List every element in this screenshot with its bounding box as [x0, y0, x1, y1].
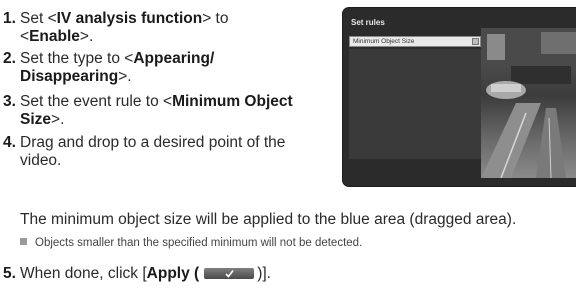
step-number: 3. [3, 93, 16, 110]
step-text-line2: Size>. [20, 111, 65, 128]
step-text: Set the type to <Appearing/ [20, 50, 215, 67]
bullet-note: Objects smaller than the specified minim… [20, 237, 362, 249]
apply-button-icon [204, 268, 255, 279]
step-4-note: The minimum object size will be applied … [20, 211, 517, 228]
step-text: Set the event rule to <Minimum Object [20, 93, 293, 110]
step-number: 5. [3, 265, 16, 282]
step-number: 1. [3, 10, 16, 27]
square-bullet-icon [20, 238, 27, 245]
event-rule-select[interactable]: Minimum Object Size [349, 36, 481, 47]
event-rule-value: Minimum Object Size [353, 38, 415, 45]
step-text: When done, click [Apply ()]. [20, 265, 271, 282]
step-text-line2: <Enable>. [20, 28, 94, 45]
parking-garage-image [481, 28, 576, 179]
video-preview[interactable] [481, 28, 576, 179]
step-text: Set <IV analysis function> to [20, 10, 229, 27]
step-text-line2: Disappearing>. [20, 68, 132, 85]
dropdown-arrow-icon [472, 38, 479, 45]
bullet-note-text: Objects smaller than the specified minim… [35, 237, 363, 249]
step-text: Drag and drop to a desired point of the [20, 134, 286, 151]
panel-title: Set rules [351, 18, 385, 27]
set-rules-screenshot: Set rules Minimum Object Size [342, 7, 576, 187]
step-text-line2: video. [20, 152, 62, 169]
step-number: 2. [3, 50, 16, 67]
panel-settings-area [349, 49, 481, 159]
step-number: 4. [3, 134, 16, 151]
